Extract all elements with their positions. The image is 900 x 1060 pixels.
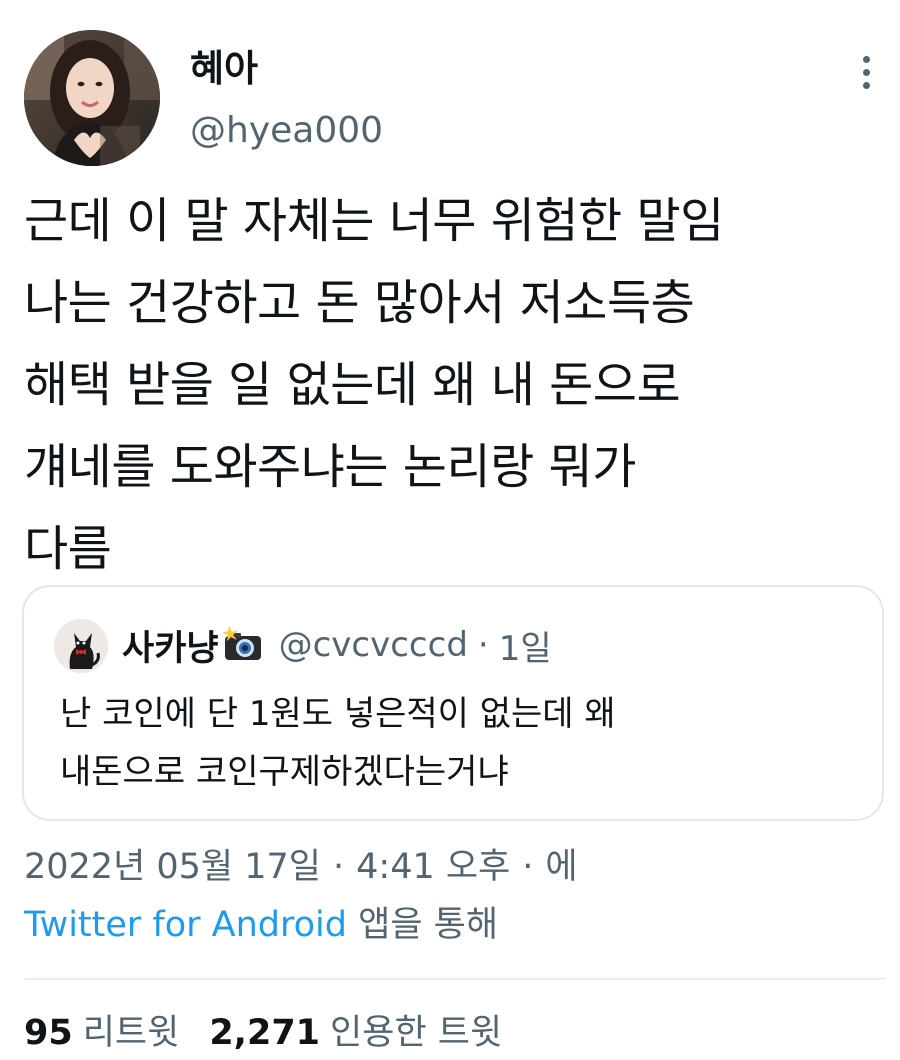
source-link[interactable]: Twitter for Android	[24, 905, 347, 945]
quotes-count: 2,271	[209, 1013, 321, 1053]
tweet-text-line: 다름	[24, 521, 112, 577]
tweet-text-line: 근데 이 말 자체는 너무 위험한 말임	[24, 193, 724, 249]
tweet-stats: 95 리트윗 2,271 인용한 트윗	[24, 1006, 502, 1060]
retweets-label: 리트윗	[82, 1013, 180, 1053]
quotes-stat[interactable]: 2,271 인용한 트윗	[209, 1013, 502, 1053]
tweet-text-line: 해택 받을 일 없는데 왜 내 돈으로	[24, 357, 681, 413]
quoted-author-avatar[interactable]	[54, 619, 108, 673]
camera-with-flash-icon	[221, 626, 265, 664]
tweet-text-line: 나는 건강하고 돈 많아서 저소득층	[24, 275, 695, 331]
divider	[24, 978, 886, 980]
tweet-text: 근데 이 말 자체는 너무 위험한 말임 나는 건강하고 돈 많아서 저소득층 …	[24, 180, 894, 590]
tweet-date[interactable]: 2022년 05월 17일	[24, 847, 321, 887]
tweet-time[interactable]: 4:41 오후	[356, 847, 510, 887]
retweets-count: 95	[24, 1013, 73, 1053]
tweet-source: Twitter for Android 앱을 통해	[24, 896, 498, 954]
meta-separator: ·	[333, 847, 345, 887]
tweet-text-line: 걔네를 도와주냐는 논리랑 뭐가	[24, 439, 636, 495]
quoted-tweet-header: 사카냥 @cvcvcccd · 1일	[122, 617, 552, 673]
more-options-icon[interactable]	[848, 48, 884, 96]
more-dot	[862, 68, 870, 76]
quoted-separator: ·	[477, 625, 489, 665]
profile-photo-icon	[24, 30, 160, 166]
author-avatar[interactable]	[24, 30, 160, 166]
quoted-tweet-text: 난 코인에 단 1원도 넣은적이 없는데 왜 내돈으로 코인구제하겠다는거냐	[60, 685, 616, 801]
quotes-label: 인용한 트윗	[330, 1013, 503, 1053]
tweet-meta: 2022년 05월 17일 · 4:41 오후 · 에	[24, 838, 578, 896]
author-display-name[interactable]: 혜아	[190, 44, 258, 94]
tweet: 혜아 @hyea000 근데 이 말 자체는 너무 위험한 말임 나는 건강하고…	[0, 0, 900, 1059]
more-dot	[862, 81, 870, 89]
quoted-text-line: 난 코인에 단 1원도 넣은적이 없는데 왜	[60, 694, 616, 734]
quoted-author-name[interactable]: 사카냥	[122, 620, 219, 671]
source-suffix: 앱을 통해	[347, 905, 499, 945]
retweets-stat[interactable]: 95 리트윗	[24, 1013, 179, 1053]
more-dot	[862, 55, 870, 63]
author-handle[interactable]: @hyea000	[190, 106, 383, 156]
meta-suffix: 에	[545, 847, 578, 887]
quoted-tweet-card[interactable]: 사카냥 @cvcvcccd · 1일 난 코인에 단 1원도 넣은적이 없는데 …	[22, 585, 884, 821]
quoted-timestamp[interactable]: 1일	[499, 621, 552, 670]
black-cat-icon	[54, 619, 108, 673]
quoted-author-handle[interactable]: @cvcvcccd	[279, 625, 468, 665]
meta-separator: ·	[522, 847, 534, 887]
quoted-text-line: 내돈으로 코인구제하겠다는거냐	[60, 752, 509, 792]
